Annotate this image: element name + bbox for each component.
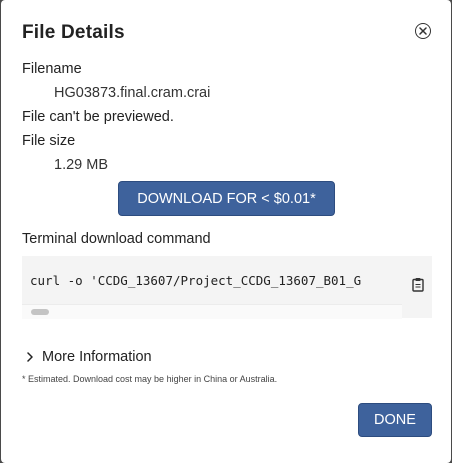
download-button[interactable]: DOWNLOAD FOR < $0.01*	[118, 181, 335, 216]
filename-value: HG03873.final.cram.crai	[54, 85, 211, 101]
terminal-command-label: Terminal download command	[22, 231, 211, 247]
close-icon[interactable]	[415, 23, 431, 39]
file-details-dialog: File Details Filename HG03873.final.cram…	[1, 0, 451, 463]
clipboard-icon[interactable]	[412, 277, 424, 292]
more-information-label: More Information	[42, 349, 152, 365]
scrollbar-thumb[interactable]	[31, 309, 49, 315]
filesize-value: 1.29 MB	[54, 157, 108, 173]
terminal-command-box[interactable]: curl -o 'CCDG_13607/Project_CCDG_13607_B…	[22, 256, 432, 319]
preview-note: File can't be previewed.	[22, 109, 174, 125]
more-information-toggle[interactable]: More Information	[26, 349, 152, 365]
done-button[interactable]: DONE	[358, 403, 432, 437]
filename-label: Filename	[22, 61, 82, 77]
dialog-title: File Details	[22, 22, 125, 43]
filesize-label: File size	[22, 133, 76, 149]
cost-footnote: * Estimated. Download cost may be higher…	[22, 374, 278, 384]
horizontal-scrollbar[interactable]	[22, 304, 402, 319]
chevron-right-icon	[27, 352, 33, 362]
terminal-command-text[interactable]: curl -o 'CCDG_13607/Project_CCDG_13607_B…	[30, 273, 402, 288]
close-x-glyph	[419, 27, 427, 35]
